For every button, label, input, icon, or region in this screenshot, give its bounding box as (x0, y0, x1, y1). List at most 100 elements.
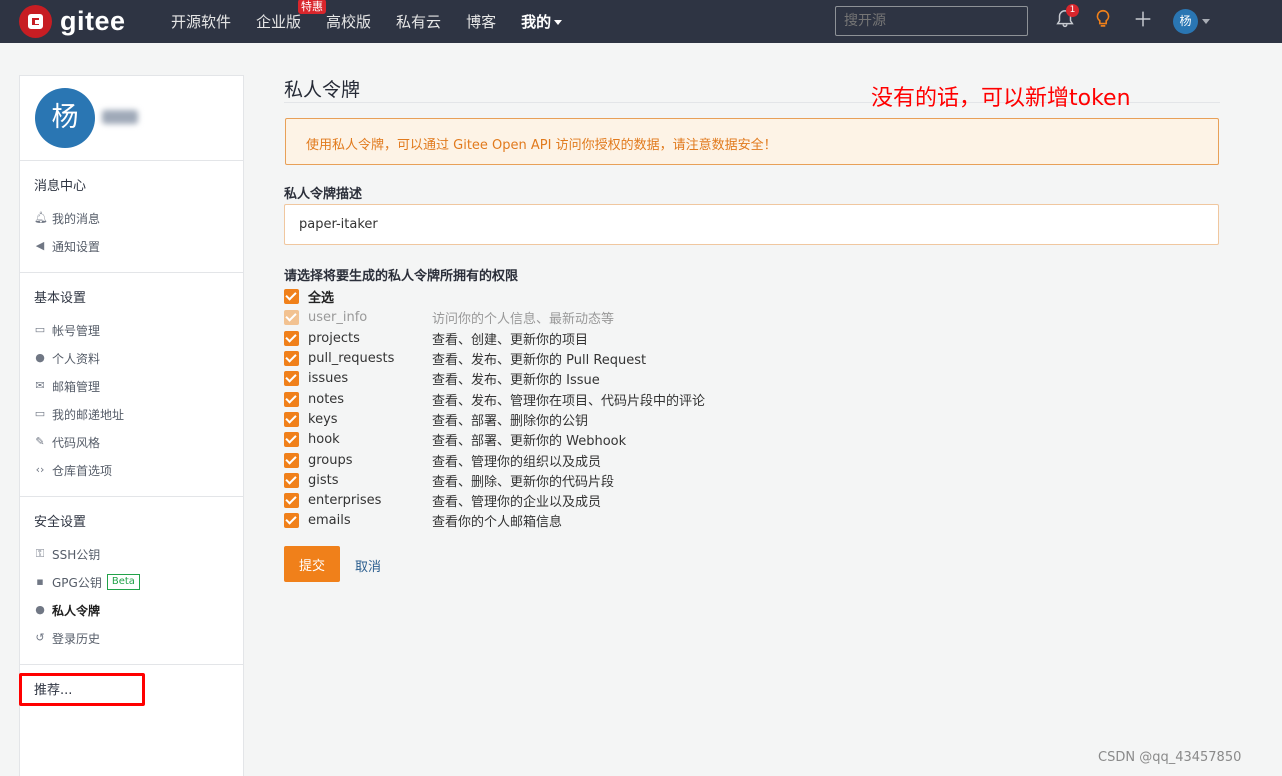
nav-enterprise[interactable]: 企业版 特惠 (256, 0, 327, 32)
user-avatar[interactable]: 杨 (1173, 9, 1198, 34)
side-group-security: 安全设置 ⚿ SSH公钥 ▪ GPG公钥 Beta ● 私人令牌 ↺ 登录历史 (20, 497, 243, 665)
code-icon: ‹› (35, 463, 45, 476)
perm-checkbox[interactable] (284, 512, 299, 528)
perm-row-projects[interactable]: projects 查看、创建、更新你的项目 (284, 328, 588, 348)
perm-row-groups[interactable]: groups 查看、管理你的组织以及成员 (284, 450, 601, 470)
hot-badge: 特惠 (298, 0, 327, 14)
user-secret-icon: ● (35, 603, 45, 616)
permissions-label: 请选择将要生成的私人令牌所拥有的权限 (284, 269, 519, 284)
perm-name: keys (308, 411, 338, 427)
perm-desc: 查看、发布、更新你的 Issue (432, 372, 600, 388)
brush-icon: ✎ (35, 435, 45, 448)
csdn-watermark: CSDN @qq_43457850 (1098, 750, 1242, 765)
perm-name: pull_requests (308, 350, 395, 366)
perm-row-keys[interactable]: keys 查看、部署、删除你的公钥 (284, 409, 588, 429)
logo-text: gitee (60, 6, 126, 36)
speaker-icon: ◀ (35, 239, 45, 252)
search-input[interactable] (835, 6, 1028, 36)
nav-mine[interactable]: 我的 (521, 11, 563, 32)
side-group-basic: 基本设置 ▭ 帐号管理 ● 个人资料 ✉ 邮箱管理 ▭ 我的邮递地址 ✎ 代码风格 ‹› 仓… (20, 273, 243, 497)
perm-desc: 查看、管理你的组织以及成员 (432, 454, 602, 470)
sidebar-item-label: 我的邮递地址 (52, 407, 125, 422)
profile-avatar[interactable]: 杨 (35, 88, 95, 148)
blurred-username (102, 110, 138, 124)
perm-checkbox[interactable] (284, 492, 299, 508)
bell-icon[interactable]: 1 (1054, 4, 1080, 34)
perm-row-issues[interactable]: issues 查看、发布、更新你的 Issue (284, 368, 600, 388)
plus-svg (1135, 11, 1151, 27)
perm-checkbox[interactable] (284, 452, 299, 468)
notification-count: 1 (1066, 4, 1079, 17)
settings-sidebar: 杨 消息中心 🔔︎ 我的消息 ◀ 通知设置 基本设置 ▭ 帐号管理 ● 个人资料 ✉ 邮箱… (19, 75, 244, 776)
perm-name: groups (308, 452, 353, 468)
plus-icon[interactable] (1132, 8, 1158, 34)
perm-row-user-info: user_info 访问你的个人信息、最新动态等 (284, 307, 614, 327)
perm-checkbox[interactable] (284, 431, 299, 447)
sidebar-item-label: 邮箱管理 (52, 379, 101, 394)
nav-open-source[interactable]: 开源软件 (171, 11, 231, 32)
perm-name: notes (308, 391, 345, 407)
user-icon: ● (35, 351, 45, 364)
select-all-checkbox-row[interactable]: 全选 (284, 287, 334, 306)
perm-desc: 查看你的个人邮箱信息 (432, 514, 563, 530)
perm-row-pull-requests[interactable]: pull_requests 查看、发布、更新你的 Pull Request (284, 348, 646, 368)
perm-name: gists (308, 472, 339, 488)
lightbulb-svg (1096, 9, 1110, 27)
lightbulb-icon[interactable] (1092, 8, 1118, 34)
perm-desc: 查看、发布、管理你在项目、代码片段中的评论 (432, 393, 706, 409)
select-all-checkbox[interactable] (284, 289, 299, 304)
perm-checkbox[interactable] (284, 370, 299, 386)
cancel-link[interactable]: 取消 (355, 556, 381, 575)
sidebar-item-label: 私人令牌 (52, 603, 101, 618)
perm-row-gists[interactable]: gists 查看、删除、更新你的代码片段 (284, 470, 614, 490)
perm-checkbox[interactable] (284, 350, 299, 366)
nav-mine-label: 我的 (521, 13, 552, 31)
perm-name: hook (308, 431, 340, 447)
perm-desc: 查看、创建、更新你的项目 (432, 332, 589, 348)
perm-checkbox[interactable] (284, 391, 299, 407)
sidebar-item-repo-preferences[interactable]: ‹› 仓库首选项 (20, 452, 243, 488)
profile-card: 杨 (20, 76, 243, 161)
sidebar-item-label: GPG公钥 (52, 575, 102, 590)
envelope-icon: ✉ (35, 379, 45, 392)
token-description-label: 私人令牌描述 (284, 187, 363, 202)
lock-icon: ▪ (36, 575, 44, 588)
perm-row-notes[interactable]: notes 查看、发布、管理你在项目、代码片段中的评论 (284, 389, 705, 409)
perm-checkbox[interactable] (284, 472, 299, 488)
perm-row-enterprises[interactable]: enterprises 查看、管理你的企业以及成员 (284, 490, 601, 510)
red-annotation-text: 没有的话，可以新增token (871, 86, 1131, 111)
address-card-icon: ▭ (34, 407, 46, 420)
nav-private-cloud[interactable]: 私有云 (396, 11, 441, 32)
warning-alert: 使用私人令牌，可以通过 Gitee Open API 访问你授权的数据，请注意数… (285, 118, 1219, 165)
nav-education[interactable]: 高校版 (326, 11, 371, 32)
perm-checkbox[interactable] (284, 411, 299, 427)
nav-blog[interactable]: 博客 (466, 11, 496, 32)
perm-name: enterprises (308, 492, 382, 508)
perm-row-emails[interactable]: emails 查看你的个人邮箱信息 (284, 510, 562, 530)
perm-desc: 访问你的个人信息、最新动态等 (432, 311, 615, 327)
id-card-icon: ▭ (34, 323, 46, 336)
sidebar-item-label: 登录历史 (52, 631, 101, 646)
avatar-chevron-down-icon[interactable] (1202, 19, 1210, 24)
perm-checkbox[interactable] (284, 330, 299, 346)
side-group-messages: 消息中心 🔔︎ 我的消息 ◀ 通知设置 (20, 161, 243, 273)
perm-name: issues (308, 370, 349, 386)
perm-name: emails (308, 512, 351, 528)
sidebar-item-label: 通知设置 (52, 239, 101, 254)
chevron-down-icon (554, 20, 563, 25)
key-icon: ⚿ (35, 547, 45, 560)
perm-checkbox (284, 309, 299, 325)
side-group-title: 消息中心 (34, 179, 87, 194)
sidebar-item-label: 代码风格 (52, 435, 101, 450)
sidebar-item-notification-settings[interactable]: ◀ 通知设置 (20, 228, 243, 264)
gitee-logo[interactable]: gitee (19, 5, 126, 38)
sidebar-item-login-history[interactable]: ↺ 登录历史 (20, 620, 243, 656)
perm-desc: 查看、发布、更新你的 Pull Request (432, 352, 647, 368)
submit-button[interactable]: 提交 (284, 546, 340, 582)
sidebar-item-label: 帐号管理 (52, 323, 101, 338)
perm-row-hook[interactable]: hook 查看、部署、更新你的 Webhook (284, 429, 626, 449)
perm-desc: 查看、部署、更新你的 Webhook (432, 433, 627, 449)
sidebar-item-label: SSH公钥 (52, 547, 101, 562)
perm-name: user_info (308, 309, 368, 325)
token-description-input[interactable] (284, 204, 1219, 245)
